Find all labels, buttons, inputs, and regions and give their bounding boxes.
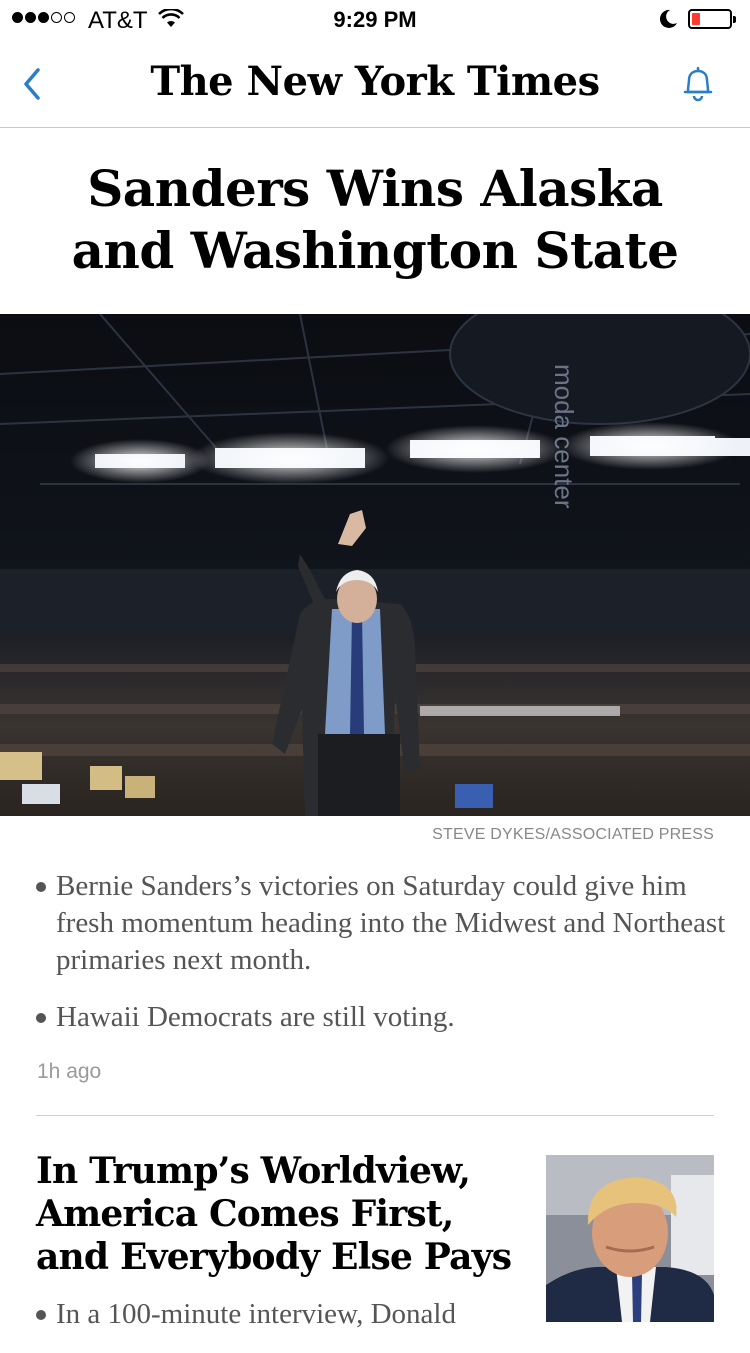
hero-photo[interactable]: moda center (0, 314, 750, 816)
bell-icon[interactable] (676, 62, 720, 106)
next-story-headline[interactable]: In Trump’s Worldview, America Comes Firs… (36, 1150, 516, 1279)
summary-bullet: Hawaii Democrats are still voting. (36, 999, 730, 1036)
status-time: 9:29 PM (333, 7, 417, 32)
next-story-summary: In a 100-minute interview, Donald (36, 1296, 730, 1353)
article-headline[interactable]: Sanders Wins Alaska and Washington State (40, 158, 710, 282)
nav-bar: The New York Times (0, 40, 750, 128)
article-timestamp: 1h ago (37, 1060, 102, 1083)
story-divider (36, 1115, 714, 1116)
battery-icon (688, 9, 736, 29)
status-bar: AT&T 9:29 PM (0, 0, 750, 40)
photo-credit: STEVE DYKES/ASSOCIATED PRESS (432, 826, 714, 843)
article-summary: Bernie Sanders’s victories on Saturday c… (36, 868, 730, 1056)
do-not-disturb-moon-icon (659, 9, 677, 28)
masthead-logo[interactable]: The New York Times (0, 58, 750, 105)
summary-bullet: Bernie Sanders’s victories on Saturday c… (36, 868, 730, 979)
summary-bullet: In a 100-minute interview, Donald (36, 1296, 730, 1333)
